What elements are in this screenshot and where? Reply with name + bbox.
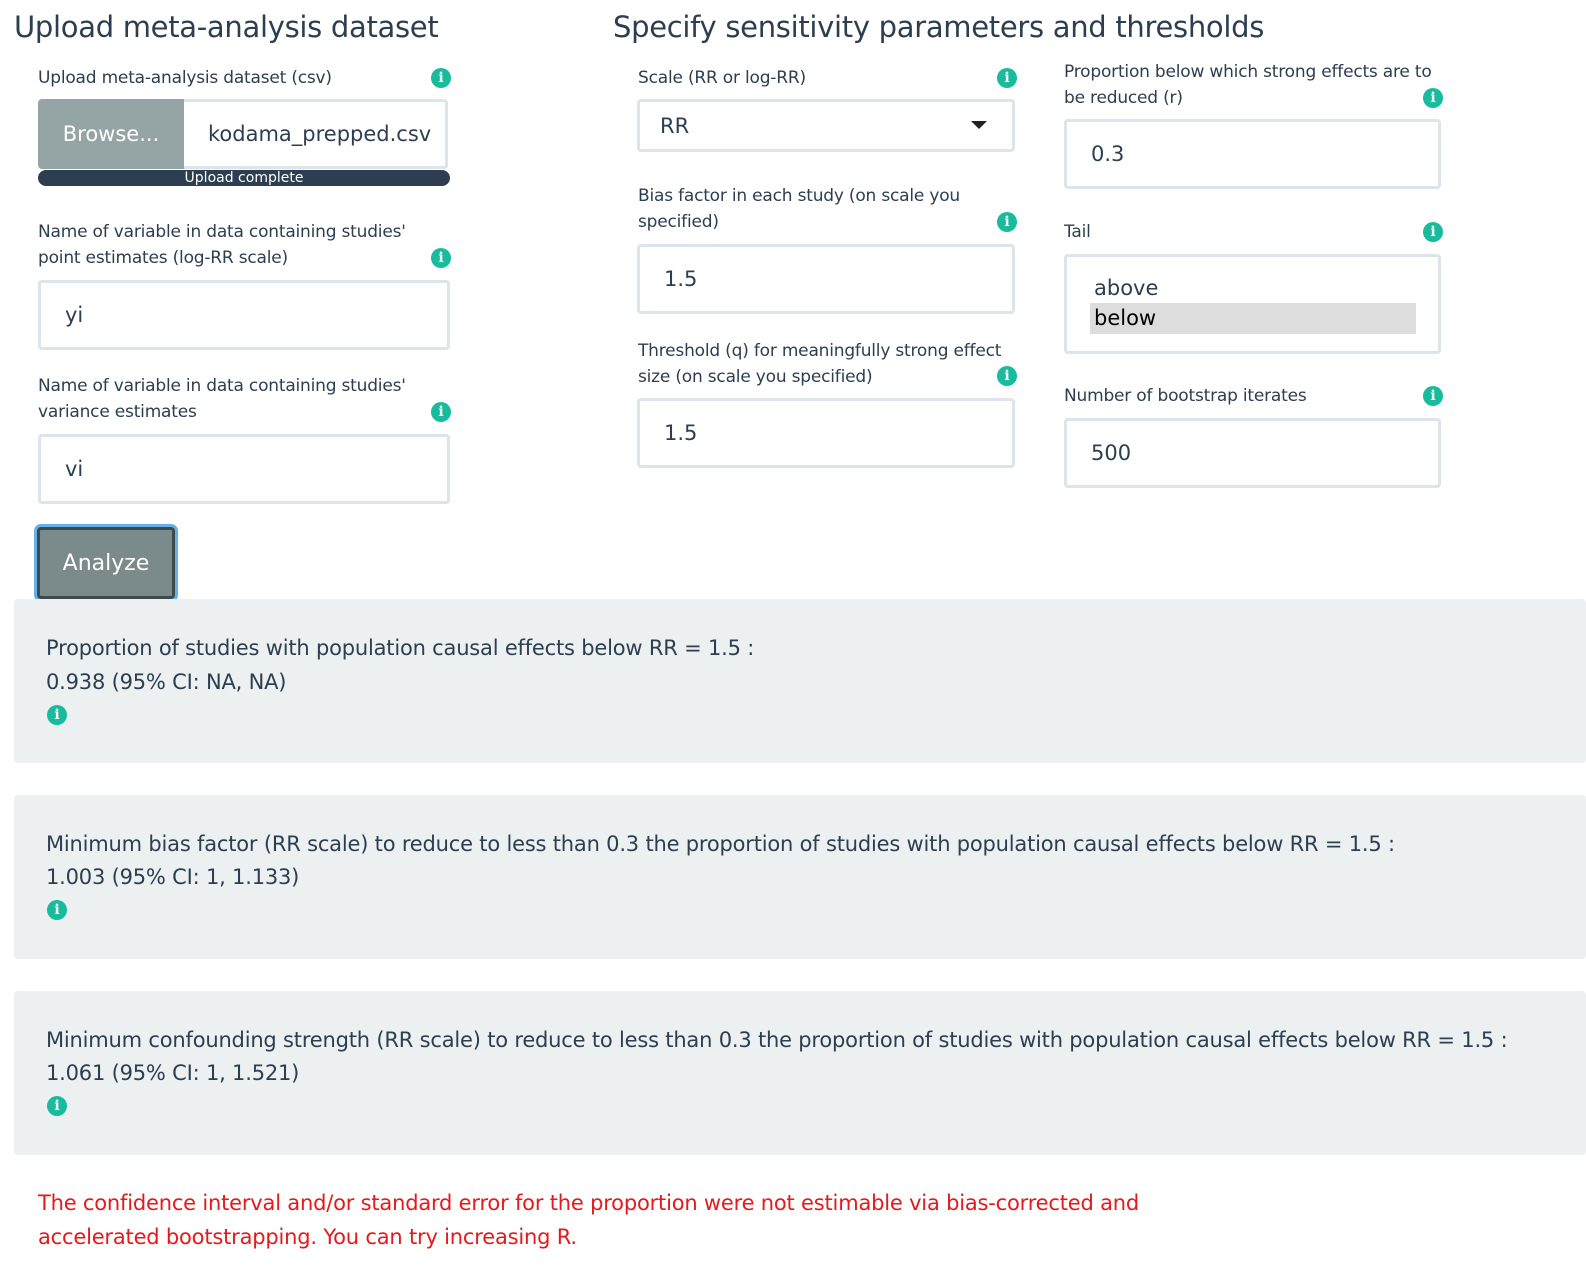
upload-progress-text: Upload complete xyxy=(184,170,304,186)
result-text: Minimum bias factor (RR scale) to reduce… xyxy=(46,832,1395,856)
file-name-field: kodama_prepped.csv xyxy=(184,99,448,169)
chevron-down-icon[interactable] xyxy=(971,121,987,129)
r-label: Proportion below which strong effects ar… xyxy=(1064,62,1432,108)
info-icon[interactable]: i xyxy=(431,402,451,422)
threshold-q-input[interactable]: 1.5 xyxy=(637,398,1015,468)
upload-label: Upload meta-analysis dataset (csv) xyxy=(38,68,332,88)
info-icon[interactable]: i xyxy=(47,1096,67,1116)
bias-label: Bias factor in each study (on scale you … xyxy=(638,186,960,232)
yi-input[interactable]: yi xyxy=(38,280,450,350)
scale-select-value: RR xyxy=(660,113,690,138)
info-icon[interactable]: i xyxy=(431,68,451,88)
info-icon[interactable]: i xyxy=(1423,386,1443,406)
info-icon[interactable]: i xyxy=(997,212,1017,232)
q-label: Threshold (q) for meaningfully strong ef… xyxy=(638,341,1002,387)
tail-label: Tail xyxy=(1064,222,1091,242)
result-value: 1.061 (95% CI: 1, 1.521) xyxy=(46,1061,300,1085)
info-icon[interactable]: i xyxy=(997,68,1017,88)
result-value: 1.003 (95% CI: 1, 1.133) xyxy=(46,865,300,889)
scale-label: Scale (RR or log-RR) xyxy=(638,68,806,88)
info-icon[interactable]: i xyxy=(997,366,1017,386)
browse-button[interactable]: Browse... xyxy=(38,99,184,169)
bootstrap-label: Number of bootstrap iterates xyxy=(1064,386,1307,406)
bias-factor-input[interactable]: 1.5 xyxy=(637,244,1015,314)
tail-option-below[interactable]: below xyxy=(1090,303,1416,334)
upload-heading: Upload meta-analysis dataset xyxy=(14,10,439,44)
params-heading: Specify sensitivity parameters and thres… xyxy=(613,10,1265,44)
yi-label: Name of variable in data containing stud… xyxy=(38,222,406,268)
tail-option-above[interactable]: above xyxy=(1090,273,1416,304)
info-icon[interactable]: i xyxy=(1423,88,1443,108)
error-message: The confidence interval and/or standard … xyxy=(38,1191,1139,1249)
bootstrap-iterates-input[interactable]: 500 xyxy=(1064,418,1441,488)
result-value: 0.938 (95% CI: NA, NA) xyxy=(46,670,287,694)
analyze-button[interactable]: Analyze xyxy=(37,527,175,599)
vi-input[interactable]: vi xyxy=(38,434,450,504)
info-icon[interactable]: i xyxy=(431,248,451,268)
info-icon[interactable]: i xyxy=(1423,222,1443,242)
vi-label: Name of variable in data containing stud… xyxy=(38,376,406,422)
info-icon[interactable]: i xyxy=(47,705,67,725)
proportion-r-input[interactable]: 0.3 xyxy=(1064,119,1441,189)
upload-progress-bar: Upload complete xyxy=(38,170,450,186)
result-text: Proportion of studies with population ca… xyxy=(46,636,755,660)
result-text: Minimum confounding strength (RR scale) … xyxy=(46,1028,1508,1052)
scale-select[interactable]: RR xyxy=(637,99,1015,152)
info-icon[interactable]: i xyxy=(47,900,67,920)
